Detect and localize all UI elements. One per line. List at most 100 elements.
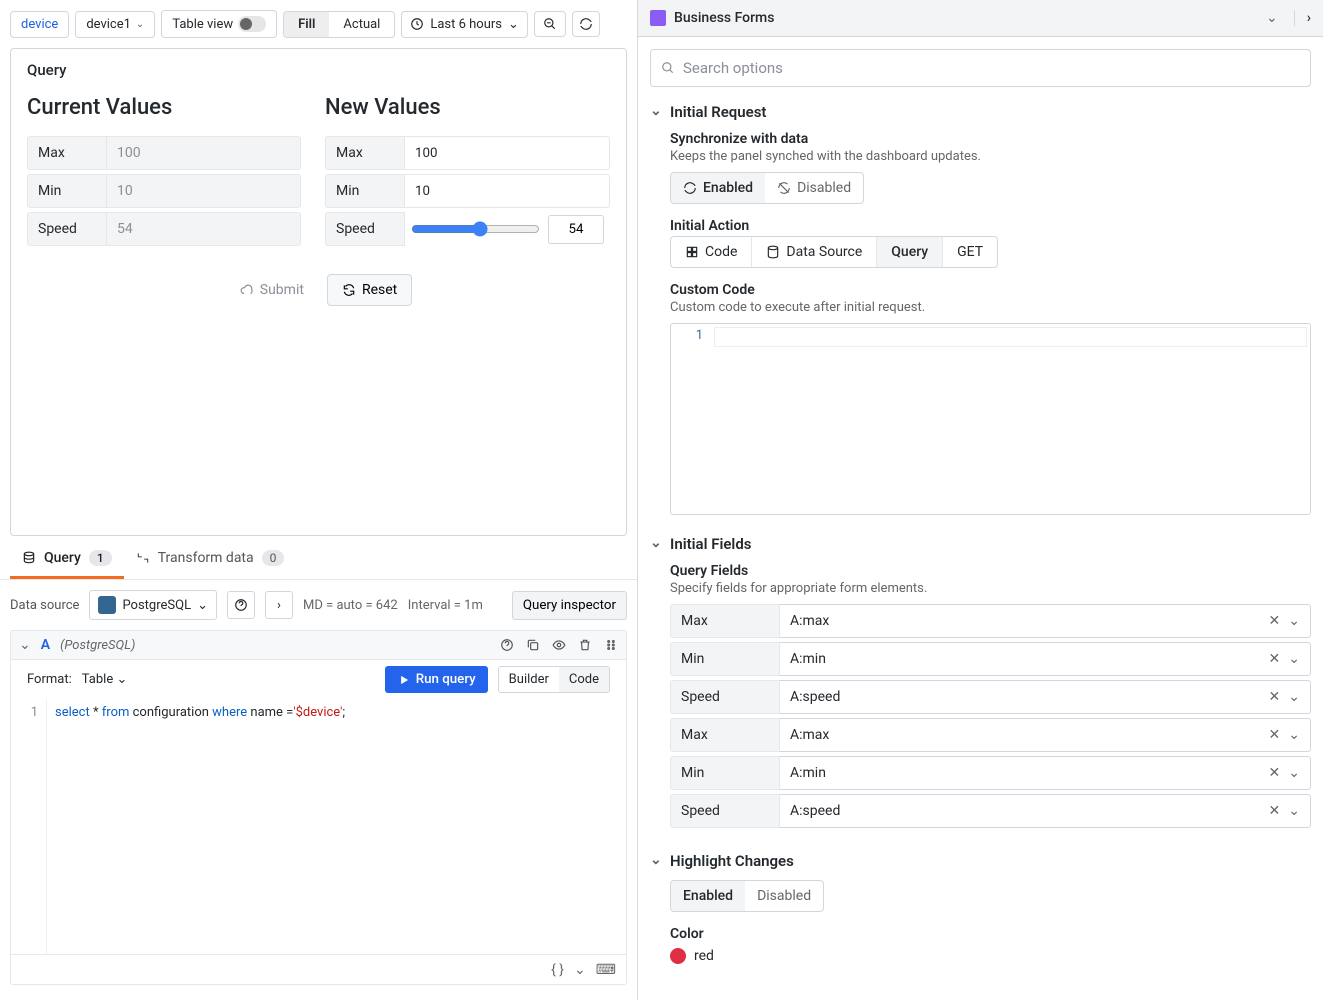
color-label: Color (670, 926, 1311, 942)
braces-icon[interactable]: { } (551, 962, 564, 978)
speed-number-input[interactable] (548, 215, 604, 244)
field-select[interactable]: A:speed✕⌄ (780, 680, 1311, 714)
chevron-down-icon[interactable]: ⌄ (574, 962, 586, 978)
actual-option[interactable]: Actual (329, 12, 394, 37)
tab-transform[interactable]: Transform data0 (124, 540, 297, 579)
initial-action-select[interactable]: Code Data Source Query GET (670, 236, 998, 268)
chevron-down-icon[interactable]: ⌄ (1288, 651, 1300, 667)
zoom-out-button[interactable] (534, 11, 566, 37)
chevron-down-icon[interactable]: ⌄ (1288, 689, 1300, 705)
action-code[interactable]: Code (671, 237, 752, 267)
format-select[interactable]: Table ⌄ (82, 672, 128, 687)
action-datasource[interactable]: Data Source (752, 237, 877, 267)
new-min-input[interactable] (405, 174, 610, 208)
max-value: 100 (107, 136, 301, 170)
form-plugin-icon (650, 10, 666, 26)
clear-icon[interactable]: ✕ (1269, 727, 1281, 743)
datasource-picker[interactable]: PostgreSQL⌄ (89, 590, 217, 620)
field-select[interactable]: A:speed✕⌄ (780, 794, 1311, 828)
query-count-badge: 1 (89, 550, 112, 566)
refresh-button[interactable] (572, 11, 600, 37)
refresh-off-icon (777, 181, 791, 195)
speed-label: Speed (27, 212, 107, 246)
fill-option[interactable]: Fill (284, 12, 329, 37)
refresh-icon (579, 17, 593, 31)
section-title[interactable]: Initial Fields (670, 535, 1311, 553)
ds-next-button[interactable]: › (265, 591, 293, 619)
variable-value[interactable]: device1⌄ (75, 11, 155, 38)
editor-line[interactable]: select * from configuration where name =… (47, 699, 353, 954)
collapse-button[interactable]: › (1294, 10, 1311, 26)
view-mode-toggle[interactable]: Table view (161, 10, 277, 38)
panel-title: Query (27, 61, 610, 79)
clear-icon[interactable]: ✕ (1269, 803, 1281, 819)
ds-help-button[interactable] (227, 591, 255, 619)
keyboard-icon[interactable]: ⌨ (596, 962, 616, 978)
clear-icon[interactable]: ✕ (1269, 613, 1281, 629)
field-select[interactable]: A:max✕⌄ (780, 718, 1311, 752)
field-select[interactable]: A:min✕⌄ (780, 756, 1311, 790)
new-values-column: New Values Max Min Speed (325, 95, 610, 250)
sync-toggle[interactable]: Enabled Disabled (670, 172, 864, 204)
speed-slider[interactable] (411, 221, 540, 237)
new-max-label: Max (325, 136, 405, 170)
current-values-heading: Current Values (27, 95, 301, 120)
query-row-header[interactable]: ⌄ A (PostgreSQL) (10, 630, 627, 660)
clear-icon[interactable]: ✕ (1269, 651, 1281, 667)
chevron-down-icon[interactable]: ⌄ (1288, 613, 1300, 629)
custom-code-editor[interactable]: 1 (670, 323, 1311, 515)
format-label: Format: (27, 672, 72, 687)
custom-code-heading: Custom Code (670, 282, 1311, 298)
query-fields-heading: Query Fields (670, 563, 1311, 579)
sql-editor[interactable]: 1 select * from configuration where name… (10, 699, 627, 955)
sync-heading: Synchronize with data (670, 131, 1311, 147)
question-icon[interactable] (500, 638, 514, 652)
highlight-toggle[interactable]: Enabled Disabled (670, 880, 824, 912)
sync-enabled[interactable]: Enabled (671, 173, 765, 203)
custom-code-desc: Custom code to execute after initial req… (670, 300, 1311, 315)
section-title[interactable]: Highlight Changes (670, 852, 1311, 870)
reset-button[interactable]: Reset (327, 274, 412, 306)
refresh-icon (683, 181, 697, 195)
submit-button[interactable]: Submit (225, 274, 319, 306)
builder-option[interactable]: Builder (499, 667, 559, 692)
action-get[interactable]: GET (943, 237, 997, 267)
clear-icon[interactable]: ✕ (1269, 765, 1281, 781)
new-min-label: Min (325, 174, 405, 208)
initial-action-heading: Initial Action (670, 218, 1311, 234)
query-inspector-button[interactable]: Query inspector (512, 591, 627, 620)
sync-disabled[interactable]: Disabled (765, 173, 863, 203)
section-title[interactable]: Initial Request (670, 103, 1311, 121)
drag-icon[interactable] (604, 638, 618, 652)
builder-code-segment[interactable]: Builder Code (498, 666, 610, 693)
variable-device[interactable]: device (10, 11, 69, 38)
editor-footer: { } ⌄ ⌨ (10, 955, 627, 985)
query-field-row: MaxA:max✕⌄ (670, 718, 1311, 752)
clear-icon[interactable]: ✕ (1269, 689, 1281, 705)
new-max-input[interactable] (405, 136, 610, 170)
tab-query[interactable]: Query1 (10, 540, 124, 579)
transform-count-badge: 0 (262, 550, 285, 566)
min-label: Min (27, 174, 107, 208)
chevron-down-icon[interactable]: ⌄ (1288, 765, 1300, 781)
highlight-enabled[interactable]: Enabled (671, 881, 745, 911)
action-query[interactable]: Query (877, 237, 943, 267)
run-query-button[interactable]: Run query (385, 666, 488, 693)
fit-segment[interactable]: Fill Actual (283, 11, 395, 38)
code-option[interactable]: Code (559, 667, 609, 692)
sync-desc: Keeps the panel synched with the dashboa… (670, 149, 1311, 164)
chevron-down-icon[interactable]: ⌄ (1288, 727, 1300, 743)
field-select[interactable]: A:max✕⌄ (780, 604, 1311, 638)
eye-icon[interactable] (552, 638, 566, 652)
options-title: Business Forms (674, 10, 774, 26)
highlight-disabled[interactable]: Disabled (745, 881, 823, 911)
field-select[interactable]: A:min✕⌄ (780, 642, 1311, 676)
search-options-input[interactable]: Search options (650, 49, 1311, 87)
copy-icon[interactable] (526, 638, 540, 652)
trash-icon[interactable] (578, 638, 592, 652)
chevron-down-icon[interactable]: ⌄ (1266, 10, 1278, 26)
color-picker[interactable]: red (670, 948, 1311, 964)
time-range-picker[interactable]: Last 6 hours ⌄ (401, 11, 528, 38)
field-label: Max (670, 604, 780, 638)
chevron-down-icon[interactable]: ⌄ (1288, 803, 1300, 819)
